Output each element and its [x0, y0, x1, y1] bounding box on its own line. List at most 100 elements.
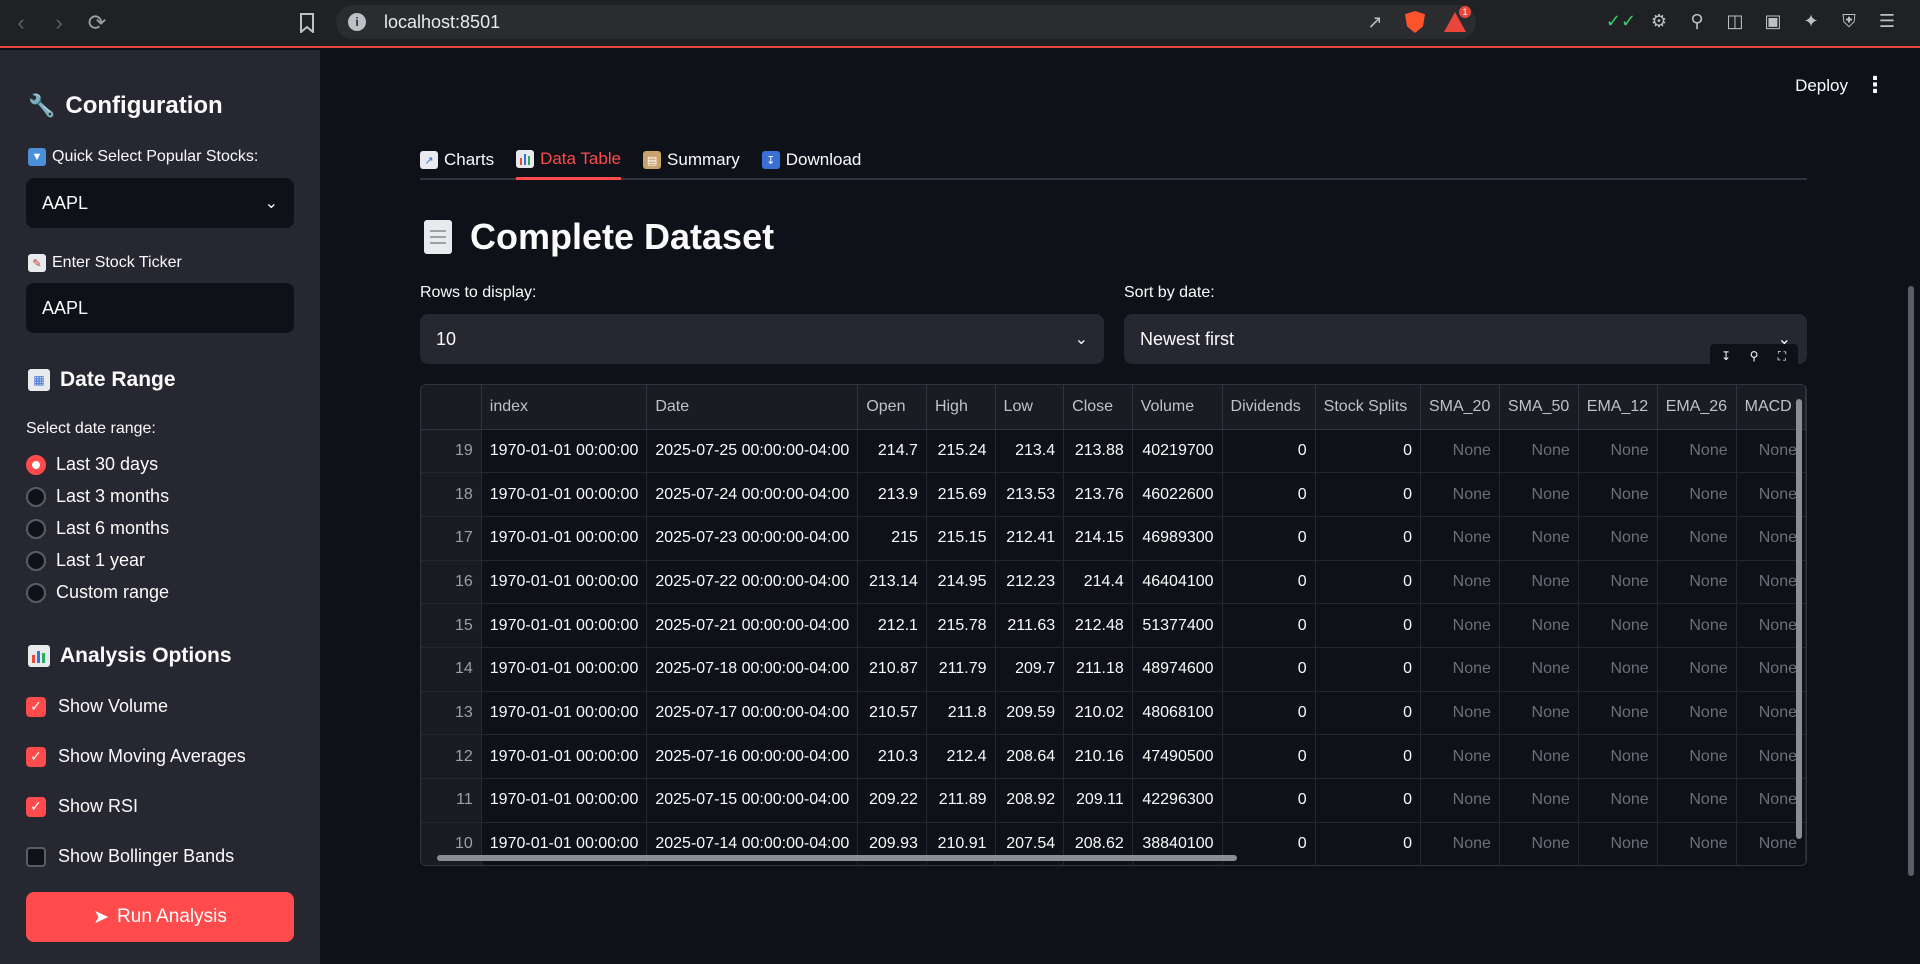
column-header[interactable]: Dividends — [1222, 385, 1316, 430]
table-cell[interactable]: 215.15 — [926, 516, 996, 561]
table-cell[interactable]: 210.87 — [857, 647, 927, 692]
address-bar[interactable]: i localhost:8501 ↗ 1 — [336, 5, 1476, 39]
ticker-input[interactable]: AAPL — [26, 283, 294, 333]
main-menu-kebab-icon[interactable]: ⋮ — [1864, 72, 1886, 98]
table-cell[interactable]: 2025-07-22 00:00:00-04:00 — [646, 560, 859, 605]
url-text[interactable]: localhost:8501 — [384, 12, 500, 33]
table-cell[interactable]: None — [1499, 822, 1579, 865]
tab-charts[interactable]: ↗ Charts — [420, 144, 494, 180]
table-cell[interactable]: None — [1657, 472, 1737, 517]
checkbox-show-volume[interactable]: ✓ Show Volume — [26, 696, 168, 717]
table-row[interactable]: 19 1970-01-01 00:00:00 2025-07-25 00:00:00… — [421, 429, 1806, 474]
leo-ai-icon[interactable]: ✦ — [1798, 8, 1824, 34]
table-cell[interactable]: 213.88 — [1063, 429, 1133, 474]
table-cell[interactable]: 51377400 — [1132, 603, 1223, 648]
table-cell[interactable]: None — [1420, 691, 1500, 736]
table-cell[interactable]: 48068100 — [1132, 691, 1223, 736]
menu-icon[interactable]: ☰ — [1874, 8, 1900, 34]
table-cell[interactable]: 12 — [421, 734, 482, 779]
table-cell[interactable]: 212.48 — [1063, 603, 1133, 648]
table-cell[interactable]: 210.02 — [1063, 691, 1133, 736]
table-cell[interactable]: 14 — [421, 647, 482, 692]
checkmark-icon[interactable]: ✓ — [26, 696, 46, 717]
table-cell[interactable]: None — [1657, 734, 1737, 779]
table-cell[interactable]: 2025-07-21 00:00:00-04:00 — [646, 603, 859, 648]
table-cell[interactable]: 213.76 — [1063, 472, 1133, 517]
table-cell[interactable]: 0 — [1315, 516, 1421, 561]
table-cell[interactable]: 212.23 — [995, 560, 1065, 605]
table-cell[interactable]: 42296300 — [1132, 778, 1223, 823]
table-cell[interactable]: 46022600 — [1132, 472, 1223, 517]
table-cell[interactable]: None — [1657, 647, 1737, 692]
table-cell[interactable]: None — [1657, 822, 1737, 865]
table-cell[interactable]: None — [1578, 429, 1658, 474]
site-info-icon[interactable]: i — [348, 13, 366, 31]
fullscreen-icon[interactable]: ⛶ — [1772, 346, 1792, 366]
table-cell[interactable]: 211.89 — [926, 778, 996, 823]
table-row[interactable]: 14 1970-01-01 00:00:00 2025-07-18 00:00:00… — [421, 647, 1806, 692]
table-row[interactable]: 15 1970-01-01 00:00:00 2025-07-21 00:00:00… — [421, 603, 1806, 648]
radio-custom-range[interactable]: Custom range — [26, 582, 169, 603]
search-icon[interactable]: ⚲ — [1744, 346, 1764, 366]
table-cell[interactable]: 215.24 — [926, 429, 996, 474]
bookmark-icon[interactable] — [292, 8, 322, 38]
table-cell[interactable]: 209.11 — [1063, 778, 1133, 823]
table-cell[interactable]: 48974600 — [1132, 647, 1223, 692]
table-cell[interactable]: None — [1420, 429, 1500, 474]
table-cell[interactable]: None — [1578, 516, 1658, 561]
table-cell[interactable]: None — [1499, 734, 1579, 779]
back-icon[interactable]: ‹ — [4, 6, 38, 40]
table-cell[interactable]: 11 — [421, 778, 482, 823]
data-table[interactable]: index Date Open High Low Close Volume Di… — [420, 384, 1807, 866]
table-cell[interactable]: 0 — [1222, 647, 1316, 692]
table-cell[interactable]: None — [1420, 560, 1500, 605]
table-row[interactable]: 16 1970-01-01 00:00:00 2025-07-22 00:00:00… — [421, 560, 1806, 605]
table-cell[interactable]: 2025-07-18 00:00:00-04:00 — [646, 647, 859, 692]
wallet-icon[interactable]: ▣ — [1760, 8, 1786, 34]
checkbox-show-moving-averages[interactable]: ✓ Show Moving Averages — [26, 746, 246, 767]
table-cell[interactable]: None — [1578, 472, 1658, 517]
brave-shields-icon[interactable] — [1402, 9, 1428, 35]
table-cell[interactable]: None — [1420, 516, 1500, 561]
table-cell[interactable]: None — [1420, 472, 1500, 517]
column-header[interactable]: SMA_50 — [1499, 385, 1579, 430]
radio-button[interactable] — [26, 486, 46, 507]
table-cell[interactable]: 211.8 — [926, 691, 996, 736]
table-cell[interactable]: 215.69 — [926, 472, 996, 517]
table-cell[interactable]: 47490500 — [1132, 734, 1223, 779]
column-header[interactable]: Stock Splits — [1315, 385, 1421, 430]
brave-rewards-icon[interactable]: 1 — [1442, 5, 1472, 35]
table-cell[interactable]: 17 — [421, 516, 482, 561]
table-cell[interactable]: 0 — [1315, 822, 1421, 865]
table-cell[interactable]: 208.64 — [995, 734, 1065, 779]
download-icon[interactable]: ↧ — [1716, 346, 1736, 366]
table-cell[interactable]: 40219700 — [1132, 429, 1223, 474]
table-cell[interactable]: None — [1657, 778, 1737, 823]
table-cell[interactable]: 208.92 — [995, 778, 1065, 823]
table-cell[interactable]: 214.4 — [1063, 560, 1133, 605]
table-cell[interactable]: 215 — [857, 516, 927, 561]
table-cell[interactable]: None — [1499, 472, 1579, 517]
vertical-scrollbar[interactable] — [1796, 399, 1802, 839]
radio-last-30-days[interactable]: Last 30 days — [26, 454, 158, 475]
table-row[interactable]: 13 1970-01-01 00:00:00 2025-07-17 00:00:00… — [421, 691, 1806, 736]
table-cell[interactable]: None — [1578, 691, 1658, 736]
tab-summary[interactable]: ▤ Summary — [643, 144, 740, 180]
checkmark-icon[interactable]: ✓ — [26, 746, 46, 767]
column-header[interactable]: EMA_26 — [1657, 385, 1737, 430]
tab-download[interactable]: ↧ Download — [761, 144, 861, 180]
column-header[interactable]: SMA_20 — [1420, 385, 1500, 430]
table-cell[interactable]: 1970-01-01 00:00:00 — [481, 647, 648, 692]
table-cell[interactable]: 212.1 — [857, 603, 927, 648]
table-cell[interactable]: None — [1420, 778, 1500, 823]
table-cell[interactable]: 2025-07-24 00:00:00-04:00 — [646, 472, 859, 517]
table-cell[interactable]: None — [1657, 429, 1737, 474]
table-cell[interactable]: 209.59 — [995, 691, 1065, 736]
table-cell[interactable]: 0 — [1222, 778, 1316, 823]
sort-select[interactable]: Newest first ⌄ — [1124, 314, 1807, 364]
tab-data-table[interactable]: Data Table — [516, 144, 622, 180]
table-cell[interactable]: 0 — [1315, 472, 1421, 517]
table-cell[interactable]: 13 — [421, 691, 482, 736]
table-cell[interactable]: 0 — [1222, 429, 1316, 474]
table-cell[interactable]: 2025-07-17 00:00:00-04:00 — [646, 691, 859, 736]
